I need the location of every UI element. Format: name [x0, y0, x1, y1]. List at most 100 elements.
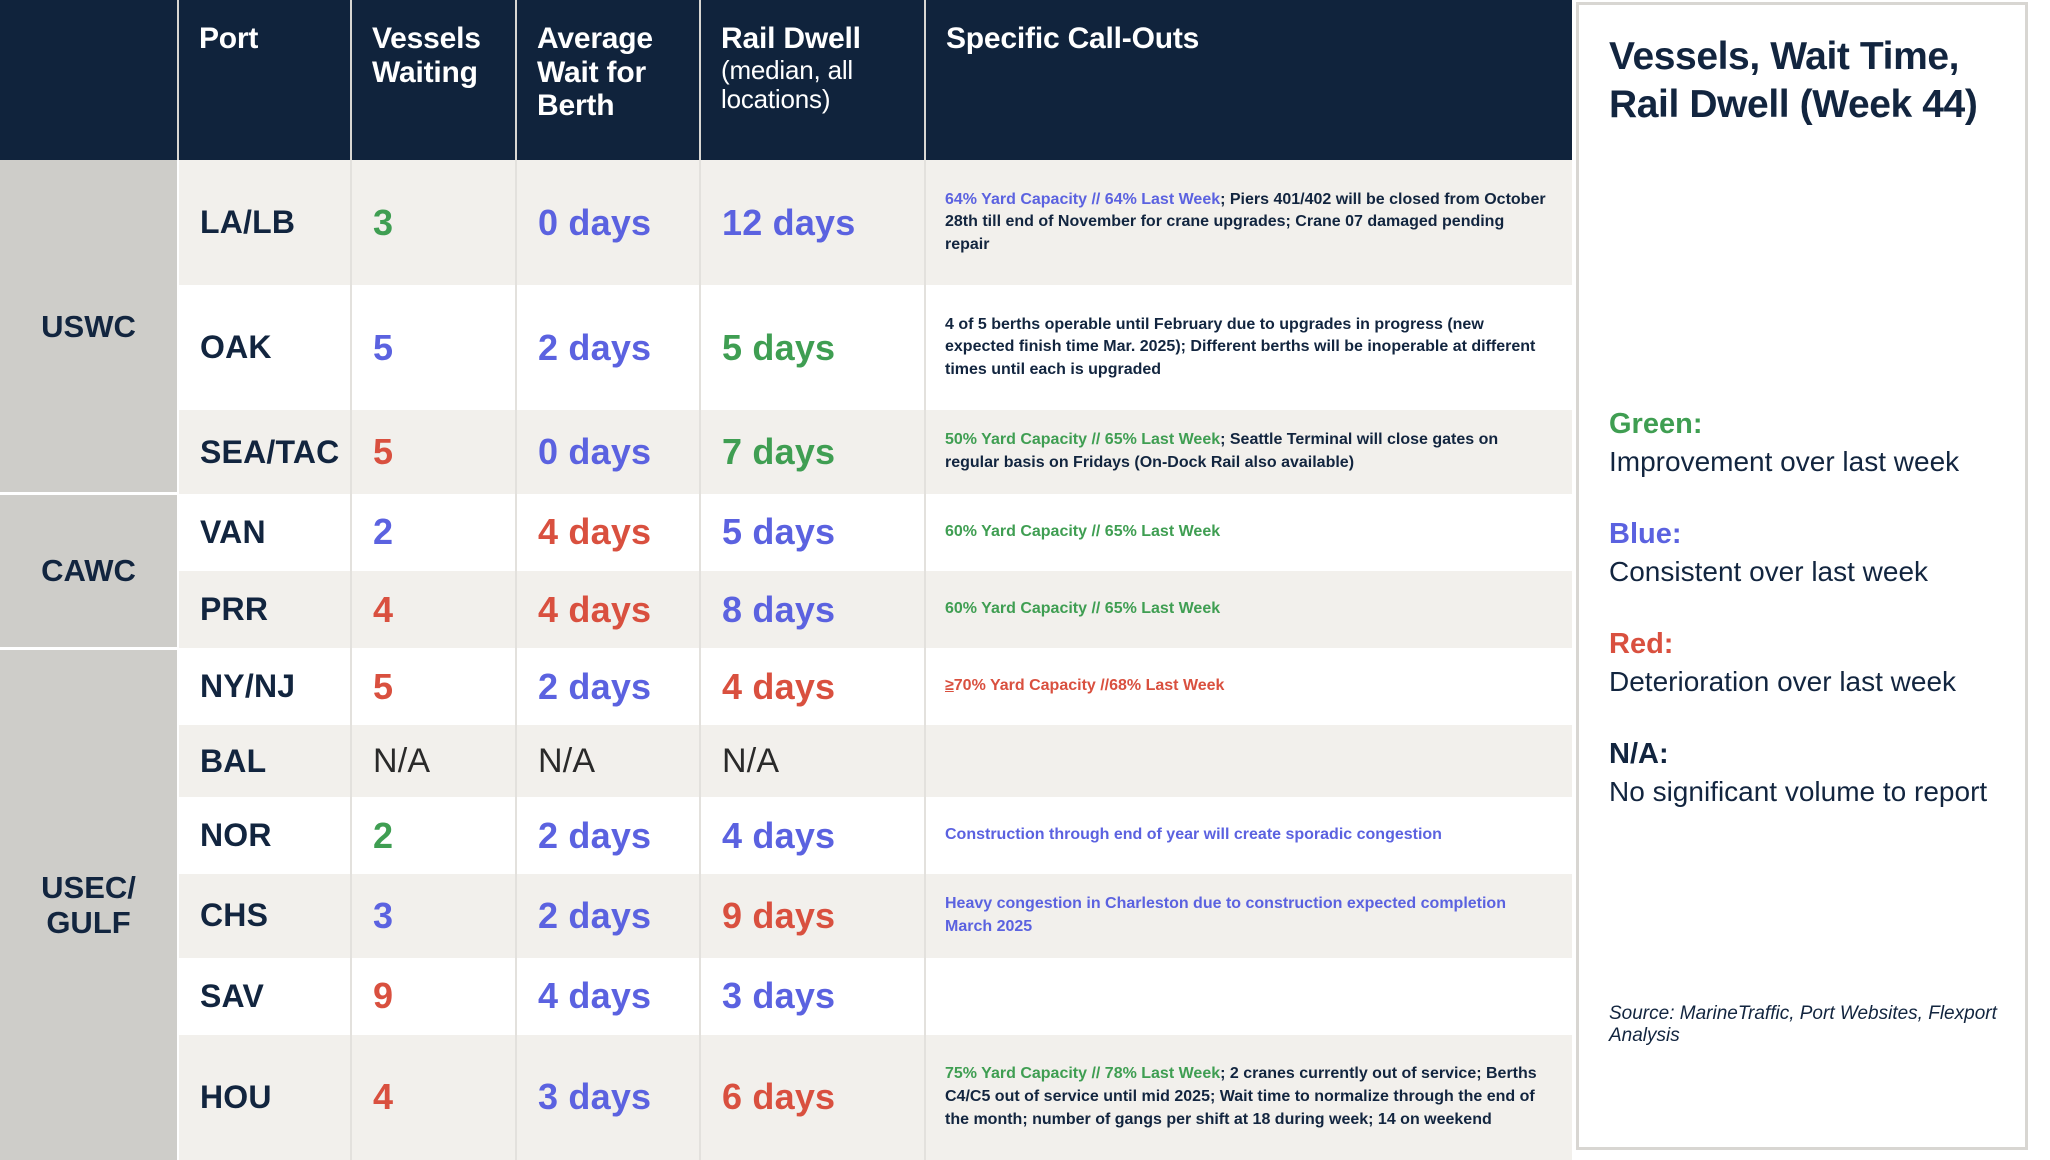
- cell-rail-dwell: 4 days: [700, 796, 926, 875]
- cell-port-name: VAN: [178, 493, 352, 572]
- legend-item: N/A: No significant volume to report: [1609, 736, 1995, 810]
- callout-lead: ≥70% Yard Capacity //68% Last Week: [945, 677, 1225, 695]
- column-header-region: [0, 0, 179, 160]
- cell-average-wait: 0 days: [516, 160, 701, 286]
- cell-rail-dwell: 3 days: [700, 957, 926, 1035]
- table-row: SAV 9 4 days 3 days: [0, 957, 1572, 1035]
- panel-title: Vessels, Wait Time, Rail Dwell (Week 44): [1609, 35, 1978, 126]
- cell-vessels-waiting: 5: [351, 285, 517, 411]
- cell-vessels-waiting: 2: [351, 796, 517, 875]
- callout-lead: 60% Yard Capacity // 65% Last Week: [945, 600, 1221, 618]
- cell-average-wait: 4 days: [516, 493, 701, 572]
- legend-panel: Vessels, Wait Time, Rail Dwell (Week 44)…: [1576, 2, 2028, 1150]
- cell-rail-dwell: 4 days: [700, 648, 926, 726]
- legend-key: N/A:: [1609, 738, 1669, 771]
- cell-callout: ≥70% Yard Capacity //68% Last Week: [925, 648, 1572, 726]
- column-header-vessels-waiting: Vessels Waiting: [351, 0, 517, 160]
- legend-description: Consistent over last week: [1609, 555, 1929, 587]
- cell-callout: [925, 725, 1572, 797]
- region-group-cell: USWC: [0, 160, 179, 496]
- cell-port-name: NY/NJ: [178, 648, 352, 726]
- legend-description: Improvement over last week: [1609, 445, 1960, 477]
- legend-list: Green: Improvement over last week Blue: Con…: [1609, 406, 1995, 810]
- cell-rail-dwell: 7 days: [700, 410, 926, 494]
- table-header: Port Vessels Waiting Average Wait for Be…: [0, 0, 1572, 160]
- cell-callout: 64% Yard Capacity // 64% Last Week; Pier…: [925, 160, 1572, 286]
- port-metrics-table: Port Vessels Waiting Average Wait for Be…: [0, 0, 1572, 1160]
- cell-callout: [925, 957, 1572, 1035]
- cell-average-wait: 2 days: [516, 285, 701, 411]
- column-header-average-wait: Average Wait for Berth: [516, 0, 701, 160]
- callout-lead: 64% Yard Capacity // 64% Last Week: [945, 190, 1221, 208]
- table-row: USWC LA/LB 3 0 days 12 days 64% Yard Capacity…: [0, 160, 1572, 496]
- cell-average-wait: 2 days: [516, 874, 701, 958]
- table-row: CAWC VAN 2 4 days 5 days 60% Yard Capacity //…: [0, 493, 1572, 650]
- table-body: USWC LA/LB 3 0 days 12 days 64% Yard Capacity…: [0, 160, 1572, 1160]
- cell-vessels-waiting: 5: [351, 410, 517, 494]
- cell-callout: 50% Yard Capacity // 65% Last Week; Seat…: [925, 410, 1572, 494]
- cell-average-wait: 4 days: [516, 571, 701, 649]
- callout-body: 4 of 5 berths operable until February du…: [945, 315, 1536, 379]
- legend-key: Blue:: [1609, 518, 1682, 551]
- callout-lead: 75% Yard Capacity // 78% Last Week: [945, 1065, 1221, 1083]
- column-header-port: Port: [178, 0, 352, 160]
- callout-lead: Heavy congestion in Charleston due to co…: [945, 895, 1506, 935]
- callout-lead: Construction through end of year will cr…: [945, 826, 1442, 844]
- rail-dwell-subtitle: (median, all locations): [721, 54, 853, 114]
- table-row: BAL N/A N/A N/A: [0, 725, 1572, 797]
- column-header-rail-dwell: Rail Dwell (median, all locations): [700, 0, 926, 160]
- callout-lead: 60% Yard Capacity // 65% Last Week: [945, 523, 1221, 541]
- cell-average-wait: 4 days: [516, 957, 701, 1035]
- table-row: USEC/GULF NY/NJ 5 2 days 4 days ≥70% Yard Cap…: [0, 648, 1572, 1160]
- cell-port-name: BAL: [178, 725, 352, 797]
- source-note: Source: MarineTraffic, Port Websites, Fl…: [1609, 1003, 1997, 1046]
- cell-average-wait: 3 days: [516, 1034, 701, 1160]
- cell-rail-dwell: 8 days: [700, 571, 926, 649]
- table-row: SEA/TAC 5 0 days 7 days 50% Yard Capacity //…: [0, 410, 1572, 494]
- legend-item: Green: Improvement over last week: [1609, 406, 1995, 480]
- table-row: PRR 4 4 days 8 days 60% Yard Capacity // 65%…: [0, 571, 1572, 649]
- table-row: NOR 2 2 days 4 days Construction through end…: [0, 796, 1572, 875]
- cell-rail-dwell: 6 days: [700, 1034, 926, 1160]
- cell-callout: 60% Yard Capacity // 65% Last Week: [925, 571, 1572, 649]
- cell-vessels-waiting: 2: [351, 493, 517, 572]
- legend-item: Red: Deterioration over last week: [1609, 626, 1995, 700]
- cell-average-wait: 2 days: [516, 796, 701, 875]
- cell-port-name: LA/LB: [178, 160, 352, 286]
- cell-port-name: SAV: [178, 957, 352, 1035]
- cell-rail-dwell: 9 days: [700, 874, 926, 958]
- cell-port-name: SEA/TAC: [178, 410, 352, 494]
- header-row: Port Vessels Waiting Average Wait for Be…: [0, 0, 1572, 160]
- cell-average-wait: 0 days: [516, 410, 701, 494]
- legend-description: Deterioration over last week: [1609, 666, 1957, 697]
- cell-port-name: CHS: [178, 874, 352, 958]
- cell-vessels-waiting: 3: [351, 160, 517, 286]
- legend-key: Green:: [1609, 408, 1703, 441]
- cell-callout: Construction through end of year will cr…: [925, 796, 1572, 875]
- cell-vessels-waiting: 5: [351, 648, 517, 726]
- cell-port-name: PRR: [178, 571, 352, 649]
- cell-callout: Heavy congestion in Charleston due to co…: [925, 874, 1572, 958]
- port-metrics-table-container: Port Vessels Waiting Average Wait for Be…: [0, 0, 1572, 1160]
- cell-port-name: OAK: [178, 285, 352, 411]
- cell-vessels-waiting: 3: [351, 874, 517, 958]
- cell-callout: 4 of 5 berths operable until February du…: [925, 285, 1572, 411]
- cell-average-wait: N/A: [516, 725, 701, 797]
- legend-key: Red:: [1609, 628, 1674, 661]
- cell-callout: 60% Yard Capacity // 65% Last Week: [925, 493, 1572, 572]
- cell-vessels-waiting: N/A: [351, 725, 517, 797]
- table-row: OAK 5 2 days 5 days 4 of 5 berths operable u…: [0, 285, 1572, 411]
- cell-rail-dwell: 12 days: [700, 160, 926, 286]
- cell-rail-dwell: 5 days: [700, 493, 926, 572]
- cell-average-wait: 2 days: [516, 648, 701, 726]
- cell-port-name: NOR: [178, 796, 352, 875]
- legend-description: No significant volume to report: [1609, 776, 1988, 808]
- cell-port-name: HOU: [178, 1034, 352, 1160]
- region-group-cell: USEC/GULF: [0, 648, 179, 1160]
- cell-vessels-waiting: 4: [351, 1034, 517, 1160]
- column-header-callouts: Specific Call-Outs: [925, 0, 1572, 160]
- cell-vessels-waiting: 4: [351, 571, 517, 649]
- legend-item: Blue: Consistent over last week: [1609, 516, 1995, 590]
- table-row: HOU 4 3 days 6 days 75% Yard Capacity // 78%…: [0, 1034, 1572, 1160]
- table-row: CHS 3 2 days 9 days Heavy congestion in Char…: [0, 874, 1572, 958]
